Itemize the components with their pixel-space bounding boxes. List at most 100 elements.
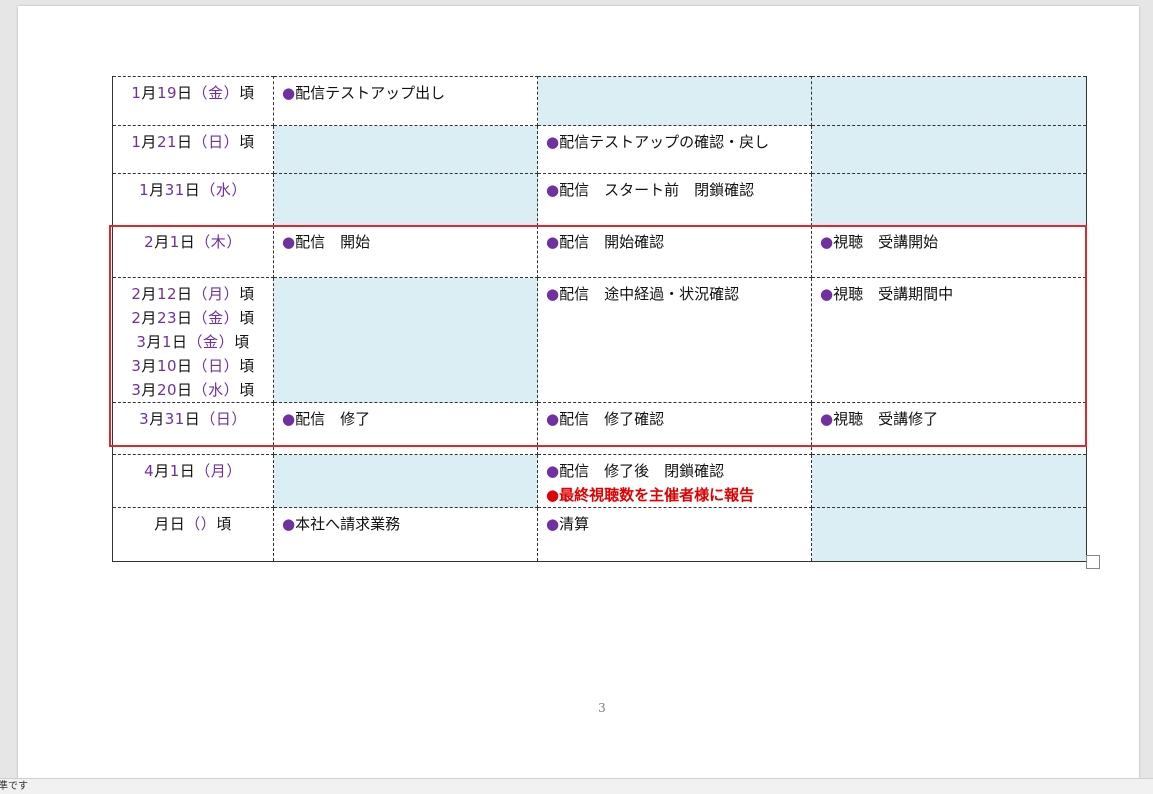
date-line: 4月1日（月） xyxy=(113,459,273,483)
task-text: 本社へ請求業務 xyxy=(295,515,401,533)
date-line: 2月23日（金）頃 xyxy=(113,306,273,330)
close-paren: ） xyxy=(226,462,242,480)
empty-shaded-cell xyxy=(811,173,1087,226)
task-cell: ●清算 xyxy=(537,507,812,562)
weekday: 日 xyxy=(208,357,224,375)
task-cell: ●配信 修了確認 xyxy=(537,402,812,455)
date-cell: 2月1日（木） xyxy=(112,225,274,278)
approx-suffix: 頃 xyxy=(239,133,255,151)
task-item: ●視聴 受講開始 xyxy=(820,230,1080,254)
approx-suffix: 頃 xyxy=(234,333,250,351)
table-resize-handle[interactable] xyxy=(1086,555,1100,569)
bullet-icon: ● xyxy=(546,233,560,251)
table-row: 1月19日（金）頃 ●配信テストアップ出し xyxy=(112,76,1087,126)
bullet-icon: ● xyxy=(820,285,834,303)
task-item: ●配信 途中経過・状況確認 xyxy=(546,282,805,306)
bullet-icon: ● xyxy=(820,233,834,251)
close-paren: ） xyxy=(223,133,240,151)
month-number: 3 xyxy=(131,357,142,375)
task-item: ●配信 修了 xyxy=(282,407,531,431)
month-number: 1 xyxy=(131,133,142,151)
open-paren: （ xyxy=(192,285,209,303)
month-number: 2 xyxy=(131,309,142,327)
date-line: 3月1日（金）頃 xyxy=(113,330,273,354)
bullet-icon: ● xyxy=(546,515,560,533)
close-paren: ） xyxy=(223,357,240,375)
table-row: 4月1日（月） ●配信 修了後 閉鎖確認 ● 最終視聴数を主催者様に報告 xyxy=(112,454,1087,508)
open-paren: （ xyxy=(192,357,209,375)
status-bar: 準です xyxy=(0,778,1153,794)
task-item: ●配信 スタート前 閉鎖確認 xyxy=(546,178,805,202)
task-text: 視聴 受講開始 xyxy=(833,233,939,251)
task-cell: ●配信 開始確認 xyxy=(537,225,812,278)
day-number: 1 xyxy=(161,333,173,351)
open-paren: （ xyxy=(192,133,209,151)
table-row: 3月31日（日） ●配信 修了 ●配信 修了確認 ●視聴 受講修了 xyxy=(112,402,1087,455)
task-cell: ●配信 修了後 閉鎖確認 ● 最終視聴数を主催者様に報告 xyxy=(537,454,812,508)
open-paren: （ xyxy=(200,181,216,199)
month-label: 月 xyxy=(154,462,170,480)
day-label: 日 xyxy=(179,233,196,251)
close-paren: ） xyxy=(223,381,240,399)
month-number: 1 xyxy=(131,84,142,102)
approx-suffix: 頃 xyxy=(239,285,255,303)
month-label: 月 xyxy=(141,357,157,375)
bullet-icon: ● xyxy=(546,133,560,151)
month-label: 月 xyxy=(154,515,170,533)
day-number: 1 xyxy=(169,233,180,251)
empty-shaded-cell xyxy=(273,454,538,508)
weekday: 月 xyxy=(210,462,227,480)
table-row: 1月31日（水） ●配信 スタート前 閉鎖確認 xyxy=(112,173,1087,226)
task-cell: ●本社へ請求業務 xyxy=(273,507,538,562)
month-label: 月 xyxy=(154,233,170,251)
day-number: 23 xyxy=(156,309,178,327)
day-label: 日 xyxy=(177,309,193,327)
empty-shaded-cell xyxy=(811,454,1087,508)
empty-shaded-cell xyxy=(811,125,1087,174)
empty-shaded-cell xyxy=(811,76,1087,126)
report-text: 最終視聴数を主催者様に報告 xyxy=(559,486,755,504)
empty-shaded-cell xyxy=(537,76,812,126)
close-paren: ） xyxy=(200,515,217,533)
open-paren: （ xyxy=(192,309,209,327)
empty-shaded-cell xyxy=(273,277,538,403)
task-text: 配信 開始 xyxy=(295,233,371,251)
date-line: 2月1日（木） xyxy=(113,230,273,254)
table-row: 月日（）頃 ●本社へ請求業務 ●清算 xyxy=(112,507,1087,562)
date-line: 月日（）頃 xyxy=(113,512,273,536)
day-number: 12 xyxy=(156,285,178,303)
weekday: 金 xyxy=(208,84,224,102)
date-line: 1月19日（金）頃 xyxy=(113,81,273,105)
month-number: 1 xyxy=(139,181,150,199)
month-number: 3 xyxy=(136,333,147,351)
weekday: 木 xyxy=(210,233,227,251)
day-label: 日 xyxy=(179,462,196,480)
bullet-icon: ● xyxy=(546,462,560,480)
date-cell: 4月1日（月） xyxy=(112,454,274,508)
task-item: ●配信 開始 xyxy=(282,230,531,254)
approx-suffix: 頃 xyxy=(239,357,255,375)
weekday: 日 xyxy=(215,410,232,428)
date-line: 1月31日（水） xyxy=(113,178,273,202)
close-paren: ） xyxy=(223,309,240,327)
bullet-icon: ● xyxy=(546,285,560,303)
bullet-icon: ● xyxy=(282,84,296,102)
close-paren: ） xyxy=(231,181,247,199)
date-cell: 1月19日（金）頃 xyxy=(112,76,274,126)
close-paren: ） xyxy=(218,333,235,351)
bullet-icon: ● xyxy=(282,515,296,533)
month-number: 3 xyxy=(139,410,150,428)
bullet-icon: ● xyxy=(282,410,296,428)
day-label: 日 xyxy=(184,410,201,428)
task-text: 配信テストアップ出し xyxy=(295,84,446,102)
day-label: 日 xyxy=(177,84,193,102)
task-item: ●本社へ請求業務 xyxy=(282,512,531,536)
task-item: ●配信 修了後 閉鎖確認 xyxy=(546,459,805,483)
task-item: ●配信 開始確認 xyxy=(546,230,805,254)
open-paren: （ xyxy=(187,333,204,351)
date-cell: 月日（）頃 xyxy=(112,507,274,562)
weekday: 月 xyxy=(208,285,224,303)
month-label: 月 xyxy=(141,309,157,327)
bullet-icon: ● xyxy=(546,410,560,428)
month-number: 4 xyxy=(144,462,155,480)
